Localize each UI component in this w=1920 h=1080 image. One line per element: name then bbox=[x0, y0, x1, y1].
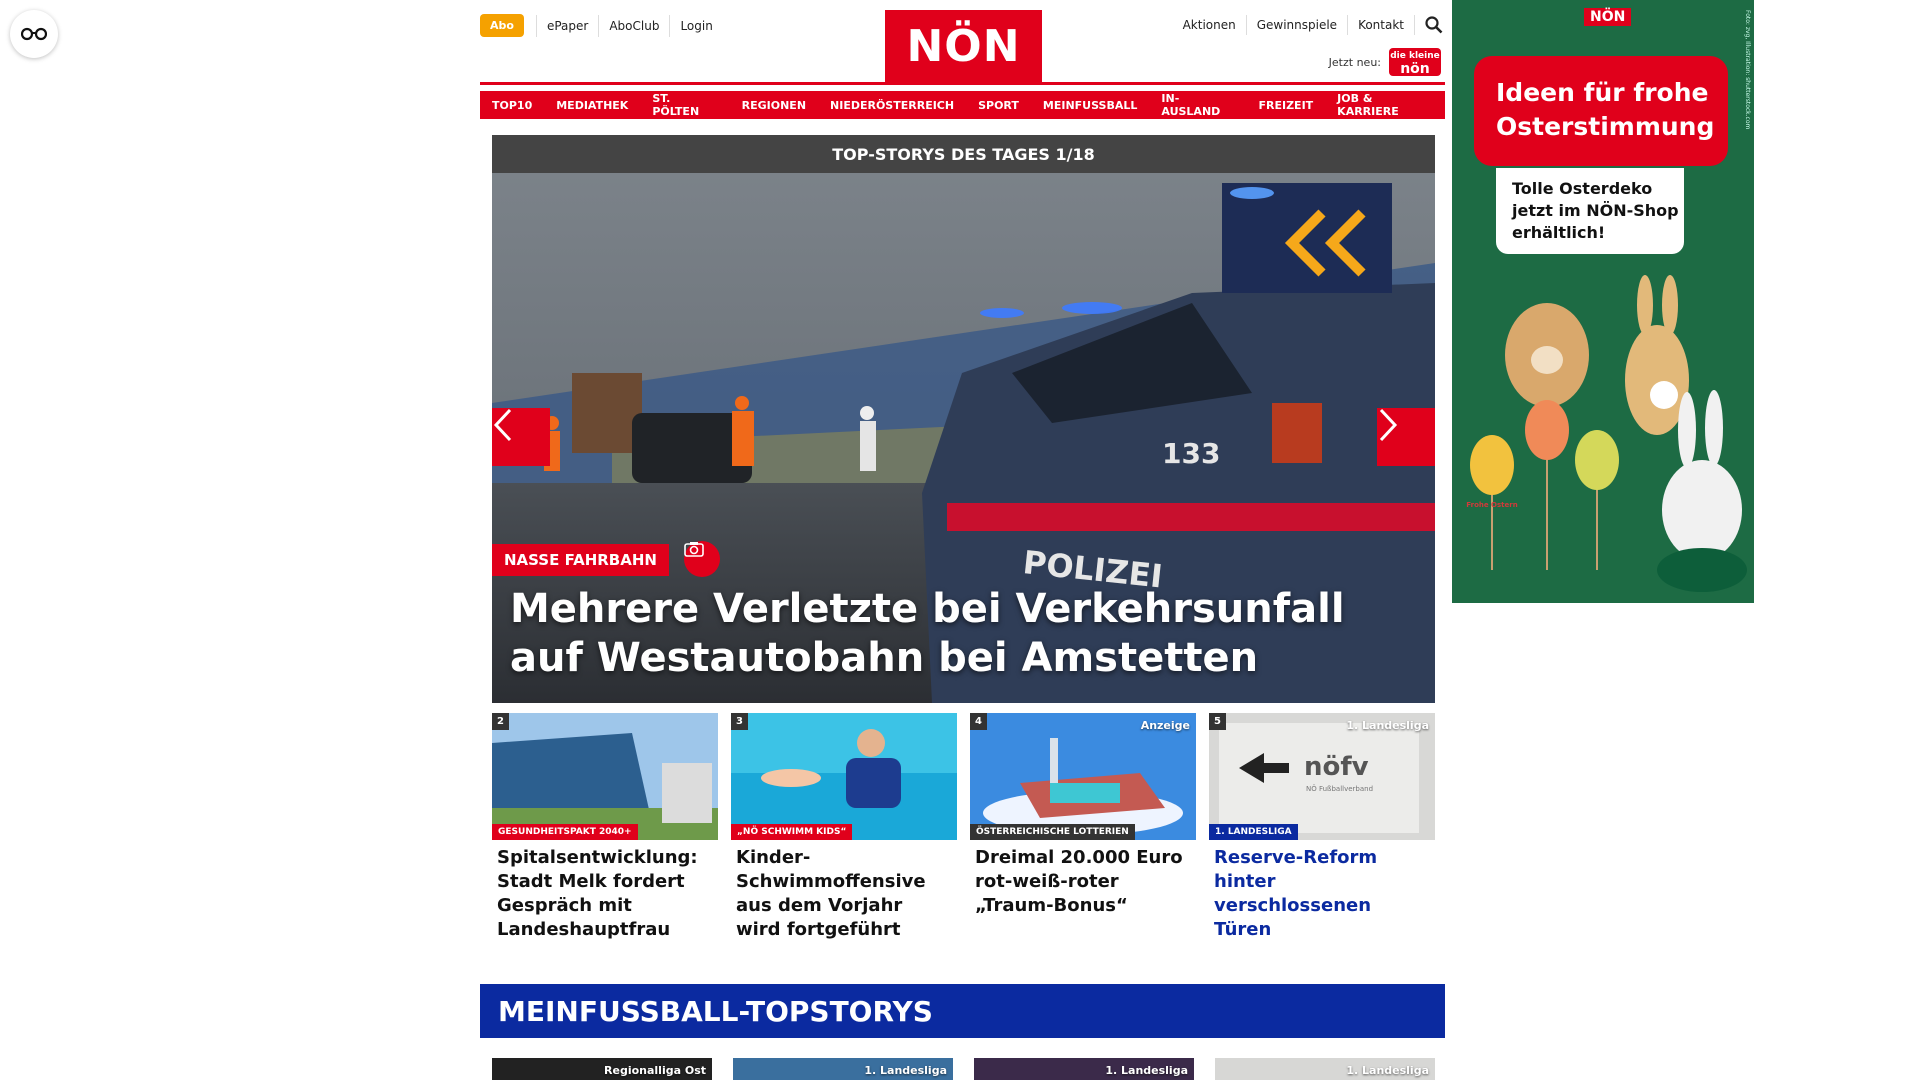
gewinnspiele-link[interactable]: Gewinnspiele bbox=[1247, 15, 1349, 35]
meinfussball-cards: Regionalliga Ost 1. Landesliga 1. Landes… bbox=[492, 1058, 1435, 1080]
football-card[interactable]: 1. Landesliga bbox=[733, 1058, 953, 1080]
story-title[interactable]: Dreimal 20.000 Euro rot-weiß-roter „Trau… bbox=[975, 846, 1191, 918]
van-number: 133 bbox=[1162, 437, 1220, 470]
utility-links: Abo ePaper AboClub Login bbox=[480, 14, 723, 37]
main-nav: TOP10 MEDIATHEK ST. PÖLTEN REGIONEN NIED… bbox=[480, 91, 1446, 119]
football-card[interactable]: 1. Landesliga bbox=[974, 1058, 1194, 1080]
login-link[interactable]: Login bbox=[669, 14, 722, 37]
football-card[interactable]: 1. Landesliga bbox=[1215, 1058, 1435, 1080]
story-title[interactable]: Kinder-Schwimmoffensive aus dem Vorjahr … bbox=[736, 846, 952, 942]
story-thumbnail[interactable]: 2 GESUNDHEITSPAKT 2040+ bbox=[492, 713, 718, 840]
hospital-building-image bbox=[492, 713, 718, 840]
story-category-badge: „NÖ SCHWIMM KIDS“ bbox=[731, 824, 853, 840]
story-title[interactable]: Spitalsentwicklung: Stadt Melk fordert G… bbox=[497, 846, 713, 942]
nav-st-poelten[interactable]: ST. PÖLTEN bbox=[640, 91, 730, 119]
glasses-icon bbox=[21, 27, 47, 41]
football-card[interactable]: Regionalliga Ost bbox=[492, 1058, 712, 1080]
reader-mode-button[interactable] bbox=[10, 10, 58, 58]
header: Abo ePaper AboClub Login NÖN Aktionen Ge… bbox=[480, 0, 1445, 88]
header-rule bbox=[480, 82, 1445, 85]
search-icon[interactable] bbox=[1423, 14, 1445, 36]
ad-credit: Foto: zvg, Illustration: shutterstock.co… bbox=[1744, 10, 1751, 130]
story-card[interactable]: 3 „NÖ SCHWIMM KIDS“ Kinder-Schwimmoffens… bbox=[731, 713, 957, 942]
jetzt-neu-label: Jetzt neu: bbox=[1328, 55, 1381, 69]
egg-lettering: Frohe Ostern bbox=[1466, 501, 1517, 509]
story-category-badge: 1. LANDESLIGA bbox=[1209, 824, 1298, 840]
story-thumbnail[interactable]: 3 „NÖ SCHWIMM KIDS“ bbox=[731, 713, 957, 840]
hero-kicker: NASSE FAHRBAHN bbox=[492, 544, 669, 576]
story-rank: 3 bbox=[731, 713, 748, 730]
ad-subline: Tolle Osterdeko jetzt im NÖN-Shop erhält… bbox=[1496, 168, 1684, 254]
nav-meinfussball[interactable]: MEINFUSSBALL bbox=[1030, 91, 1150, 119]
meinfussball-section-title[interactable]: MEINFUSSBALL-TOPSTORYS bbox=[480, 984, 1445, 1038]
ad-logo: NÖN bbox=[1584, 8, 1632, 26]
league-label: Regionalliga Ost bbox=[604, 1064, 706, 1077]
story-category-badge: GESUNDHEITSPAKT 2040+ bbox=[492, 824, 638, 840]
noefv-wordmark: nöfv bbox=[1304, 752, 1369, 782]
next-slide-button[interactable] bbox=[1377, 408, 1435, 466]
service-links: Aktionen Gewinnspiele Kontakt bbox=[1173, 14, 1445, 36]
hero-slide[interactable]: POLIZEI 133 NASSE FAHRBAHN Mehrere Verle… bbox=[492, 173, 1435, 703]
story-card[interactable]: nöfv NÖ Fußballverband 5 1. Landesliga 1… bbox=[1209, 713, 1435, 942]
camera-icon bbox=[684, 541, 720, 577]
aboclub-link[interactable]: AboClub bbox=[598, 14, 669, 37]
ad-headline: Ideen für frohe Osterstimmung bbox=[1474, 56, 1728, 166]
ad-marker: Anzeige bbox=[1140, 719, 1190, 732]
nav-in-ausland[interactable]: IN-AUSLAND bbox=[1149, 91, 1247, 119]
noefv-sign-image: nöfv NÖ Fußballverband bbox=[1209, 713, 1435, 840]
league-label: 1. Landesliga bbox=[1105, 1064, 1188, 1077]
prev-slide-button[interactable] bbox=[492, 408, 550, 466]
kontakt-link[interactable]: Kontakt bbox=[1348, 15, 1415, 35]
kleine-noen-logo[interactable]: die kleine nön bbox=[1389, 48, 1441, 76]
story-thumbnail[interactable]: 4 Anzeige ÖSTERREICHISCHE LOTTERIEN bbox=[970, 713, 1196, 840]
swimming-pool-image bbox=[731, 713, 957, 840]
top-stories-cards: 2 GESUNDHEITSPAKT 2040+ Spitalsentwicklu… bbox=[492, 713, 1435, 942]
advertisement-banner[interactable]: NÖN Foto: zvg, Illustration: shutterstoc… bbox=[1452, 0, 1754, 603]
abo-button[interactable]: Abo bbox=[480, 14, 524, 37]
nav-job-karriere[interactable]: JOB & KARRIERE bbox=[1325, 91, 1446, 119]
nav-top10[interactable]: TOP10 bbox=[480, 91, 545, 119]
league-label: 1. Landesliga bbox=[1346, 1064, 1429, 1077]
page: Abo ePaper AboClub Login NÖN Aktionen Ge… bbox=[480, 0, 1446, 1080]
nav-sport[interactable]: SPORT bbox=[966, 91, 1031, 119]
story-thumbnail[interactable]: nöfv NÖ Fußballverband 5 1. Landesliga 1… bbox=[1209, 713, 1435, 840]
epaper-link[interactable]: ePaper bbox=[535, 14, 598, 37]
league-label: 1. Landesliga bbox=[864, 1064, 947, 1077]
nav-mediathek[interactable]: MEDIATHEK bbox=[544, 91, 641, 119]
noefv-subtitle: NÖ Fußballverband bbox=[1306, 784, 1373, 793]
jetzt-neu: Jetzt neu: die kleine nön bbox=[1329, 48, 1441, 76]
lottery-illustration-image bbox=[970, 713, 1196, 840]
easter-decoration-image: Frohe Ostern bbox=[1466, 275, 1747, 592]
nav-regionen[interactable]: REGIONEN bbox=[729, 91, 819, 119]
league-label: 1. Landesliga bbox=[1346, 719, 1429, 732]
hero-headline[interactable]: Mehrere Verletzte bei Verkehrsunfall auf… bbox=[510, 585, 1410, 683]
story-rank: 4 bbox=[970, 713, 987, 730]
story-category-badge: ÖSTERREICHISCHE LOTTERIEN bbox=[970, 824, 1135, 840]
chevron-right-icon bbox=[1379, 408, 1398, 442]
nav-niederoesterreich[interactable]: NIEDERÖSTERREICH bbox=[818, 91, 967, 119]
story-card[interactable]: 4 Anzeige ÖSTERREICHISCHE LOTTERIEN Drei… bbox=[970, 713, 1196, 942]
kleine-noen-bottom: nön bbox=[1400, 61, 1430, 77]
top-stories-header: TOP-STORYS DES TAGES 1/18 bbox=[492, 135, 1435, 173]
aktionen-link[interactable]: Aktionen bbox=[1173, 15, 1247, 35]
chevron-left-icon bbox=[493, 408, 512, 442]
story-rank: 2 bbox=[492, 713, 509, 730]
nav-freizeit[interactable]: FREIZEIT bbox=[1246, 91, 1326, 119]
story-rank: 5 bbox=[1209, 713, 1226, 730]
site-logo[interactable]: NÖN bbox=[885, 10, 1042, 83]
story-title[interactable]: Reserve-Reform hinter verschlossenen Tür… bbox=[1214, 846, 1430, 942]
story-card[interactable]: 2 GESUNDHEITSPAKT 2040+ Spitalsentwicklu… bbox=[492, 713, 718, 942]
